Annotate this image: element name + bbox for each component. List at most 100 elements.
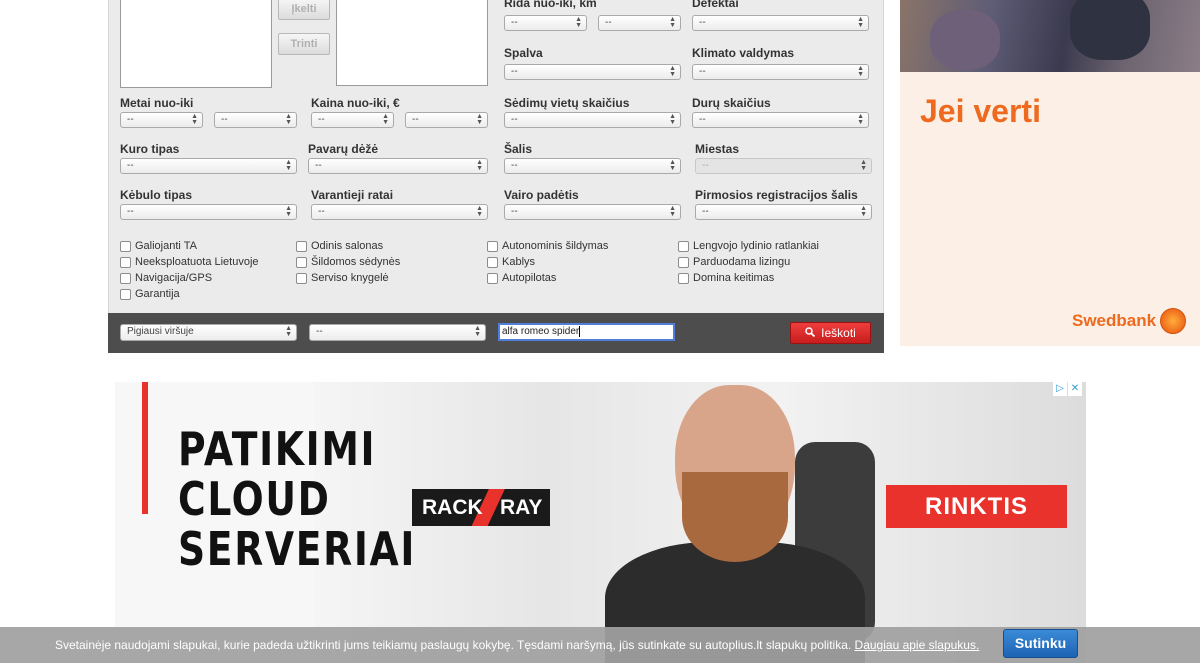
drive-label: Varantieji ratai bbox=[311, 188, 394, 202]
checkbox-autonomous-heating[interactable]: Autonominis šildymas bbox=[487, 240, 608, 252]
choose-button[interactable]: RINKTIS bbox=[886, 485, 1067, 528]
country-select[interactable]: -- ▲ ▼ bbox=[504, 158, 681, 174]
delete-button[interactable]: Trinti bbox=[278, 33, 330, 55]
checkbox-leasing[interactable]: Parduodama lizingu bbox=[678, 256, 790, 268]
checkbox-box[interactable] bbox=[678, 240, 689, 252]
make-listbox[interactable] bbox=[120, 0, 272, 88]
checkbox-box[interactable] bbox=[120, 256, 131, 268]
ad-choices[interactable]: ▷ ✕ bbox=[1053, 382, 1082, 396]
checkbox-box[interactable] bbox=[120, 272, 131, 284]
select-arrows-icon: ▲ ▼ bbox=[474, 325, 481, 338]
checkbox-exchange[interactable]: Domina keitimas bbox=[678, 272, 774, 284]
checkbox-box[interactable] bbox=[678, 272, 689, 284]
checkbox-label: Domina keitimas bbox=[693, 272, 775, 284]
checkbox-autopilot[interactable]: Autopilotas bbox=[487, 272, 556, 284]
checkbox-label: Galiojanti TA bbox=[135, 240, 197, 252]
checkbox-box[interactable] bbox=[296, 256, 307, 268]
checkbox-box[interactable] bbox=[487, 256, 498, 268]
gearbox-select[interactable]: -- ▲ ▼ bbox=[308, 158, 488, 174]
year-to-select[interactable]: -- ▲ ▼ bbox=[214, 112, 297, 128]
price-to-select[interactable]: -- ▲ ▼ bbox=[405, 112, 488, 128]
checkbox-navigation[interactable]: Navigacija/GPS bbox=[120, 272, 212, 284]
price-from-value: -- bbox=[318, 114, 325, 125]
city-select[interactable]: -- ▲ ▼ bbox=[695, 158, 872, 174]
doors-label: Durų skaičius bbox=[692, 96, 771, 110]
sort-select[interactable]: Pigiausi viršuje ▲ ▼ bbox=[120, 324, 297, 341]
checkbox-box[interactable] bbox=[120, 240, 131, 252]
select-arrows-icon: ▲ ▼ bbox=[191, 113, 198, 126]
select-arrows-icon: ▲ ▼ bbox=[669, 113, 676, 126]
ad-person-photo bbox=[600, 382, 875, 663]
seats-select[interactable]: -- ▲ ▼ bbox=[504, 112, 681, 128]
checkbox-box[interactable] bbox=[296, 272, 307, 284]
checkbox-box[interactable] bbox=[678, 256, 689, 268]
price-from-select[interactable]: -- ▲ ▼ bbox=[311, 112, 394, 128]
secondary-select[interactable]: -- ▲ ▼ bbox=[309, 324, 486, 341]
cookie-message: Svetainėje naudojami slapukai, kurie pad… bbox=[55, 638, 979, 652]
defects-select[interactable]: -- ▲ ▼ bbox=[692, 15, 869, 31]
body-value: -- bbox=[127, 206, 134, 217]
model-listbox[interactable] bbox=[336, 0, 488, 86]
search-button[interactable]: Ieškoti bbox=[790, 322, 871, 344]
swedbank-logo: Swedbank bbox=[1072, 308, 1187, 334]
select-arrows-icon: ▲ ▼ bbox=[669, 16, 676, 29]
checkbox-service-book[interactable]: Serviso knygelė bbox=[296, 272, 389, 284]
mileage-from-select[interactable]: -- ▲ ▼ bbox=[504, 15, 587, 31]
swedbank-ad[interactable]: Jei verti Swedbank bbox=[900, 0, 1200, 346]
logo-text-left: RACK bbox=[422, 495, 483, 519]
color-select[interactable]: -- ▲ ▼ bbox=[504, 64, 681, 80]
fuel-value: -- bbox=[127, 160, 134, 171]
fuel-label: Kuro tipas bbox=[120, 142, 180, 156]
doors-select[interactable]: -- ▲ ▼ bbox=[692, 112, 869, 128]
upload-button[interactable]: Įkelti bbox=[278, 0, 330, 20]
steering-select[interactable]: -- ▲ ▼ bbox=[504, 204, 681, 220]
defects-value: -- bbox=[699, 17, 706, 28]
checkbox-not-used-lt[interactable]: Neeksploatuota Lietuvoje bbox=[120, 256, 259, 268]
mileage-to-select[interactable]: -- ▲ ▼ bbox=[598, 15, 681, 31]
climate-value: -- bbox=[699, 66, 706, 77]
select-arrows-icon: ▲ ▼ bbox=[669, 159, 676, 172]
checkbox-label: Garantija bbox=[135, 288, 180, 300]
checkbox-label: Neeksploatuota Lietuvoje bbox=[135, 256, 259, 268]
adchoices-icon[interactable]: ▷ bbox=[1053, 382, 1067, 396]
checkbox-label: Šildomos sėdynės bbox=[311, 256, 401, 268]
rackray-logo: RACK RAY bbox=[412, 489, 550, 526]
year-from-select[interactable]: -- ▲ ▼ bbox=[120, 112, 203, 128]
checkbox-box[interactable] bbox=[487, 240, 498, 252]
checkbox-box[interactable] bbox=[487, 272, 498, 284]
color-value: -- bbox=[511, 66, 518, 77]
first-reg-select[interactable]: -- ▲ ▼ bbox=[695, 204, 872, 220]
body-select[interactable]: -- ▲ ▼ bbox=[120, 204, 297, 220]
headline-line: PATIKIMI bbox=[178, 422, 377, 476]
drive-value: -- bbox=[318, 206, 325, 217]
checkbox-leather-interior[interactable]: Odinis salonas bbox=[296, 240, 383, 252]
checkbox-label: Navigacija/GPS bbox=[135, 272, 213, 284]
checkbox-valid-inspection[interactable]: Galiojanti TA bbox=[120, 240, 197, 252]
climate-select[interactable]: -- ▲ ▼ bbox=[692, 64, 869, 80]
rackray-ad[interactable]: PATIKIMI CLOUD SERVERIAI RACK RAY RINKTI… bbox=[115, 382, 1086, 663]
body-label: Kėbulo tipas bbox=[120, 188, 193, 202]
magnifier-icon bbox=[805, 326, 816, 340]
select-arrows-icon: ▲ ▼ bbox=[382, 113, 389, 126]
checkbox-label: Parduodama lizingu bbox=[693, 256, 791, 268]
cookie-more-link[interactable]: Daugiau apie slapukus. bbox=[855, 638, 980, 652]
checkbox-label: Autonominis šildymas bbox=[502, 240, 609, 252]
fuel-select[interactable]: -- ▲ ▼ bbox=[120, 158, 297, 174]
seats-label: Sėdimų vietų skaičius bbox=[504, 96, 630, 110]
search-panel: Įkelti Trinti Rida nuo-iki, km -- ▲ ▼ -- ▲ ▼… bbox=[100, 0, 892, 360]
checkbox-towbar[interactable]: Kablys bbox=[487, 256, 535, 268]
checkbox-warranty[interactable]: Garantija bbox=[120, 288, 180, 300]
cookie-accept-button[interactable]: Sutinku bbox=[1003, 629, 1078, 658]
headline-line: SERVERIAI bbox=[178, 522, 417, 576]
search-input[interactable]: alfa romeo spider bbox=[498, 323, 675, 341]
drive-select[interactable]: -- ▲ ▼ bbox=[311, 204, 488, 220]
price-label: Kaina nuo-iki, € bbox=[311, 96, 400, 110]
mileage-label: Rida nuo-iki, km bbox=[504, 0, 597, 10]
close-icon[interactable]: ✕ bbox=[1068, 382, 1082, 396]
checkbox-alloy-wheels[interactable]: Lengvojo lydinio ratlankiai bbox=[678, 240, 819, 252]
red-accent-bar bbox=[142, 382, 148, 514]
cookie-banner: Svetainėje naudojami slapukai, kurie pad… bbox=[0, 627, 1200, 663]
checkbox-box[interactable] bbox=[120, 288, 131, 300]
checkbox-box[interactable] bbox=[296, 240, 307, 252]
checkbox-heated-seats[interactable]: Šildomos sėdynės bbox=[296, 256, 400, 268]
